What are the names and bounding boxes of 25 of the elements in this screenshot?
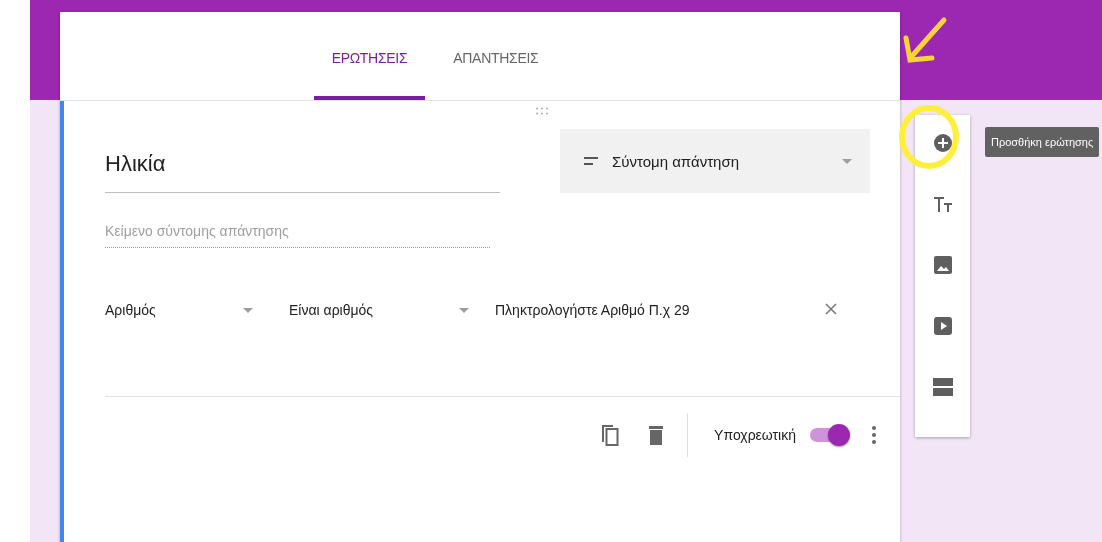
validation-type-dropdown[interactable]: Αριθμός bbox=[105, 302, 253, 318]
validation-text: Πληκτρολογήστε Αριθμό Π.χ 29 bbox=[495, 302, 691, 318]
copy-button[interactable] bbox=[601, 424, 620, 446]
validation-condition-dropdown[interactable]: Είναι αριθμός bbox=[289, 302, 469, 318]
more-options-button[interactable] bbox=[872, 426, 876, 444]
tab[interactable]: ΑΠΑΝΤΗΣΕΙΣ bbox=[435, 12, 557, 100]
image-icon bbox=[933, 256, 952, 274]
tooltip: Προσθήκη ερώτησης bbox=[985, 127, 1100, 157]
short-text-icon bbox=[584, 157, 598, 165]
required-toggle[interactable] bbox=[808, 422, 852, 448]
caret-icon bbox=[842, 158, 852, 164]
add-icon bbox=[932, 133, 953, 153]
video-icon bbox=[933, 317, 952, 335]
question-title-field[interactable]: Ηλικία bbox=[105, 129, 500, 193]
question-type-dropdown[interactable]: Σύντομη απάντηση bbox=[560, 129, 870, 193]
tab[interactable]: ΕΡΩΤΗΣΕΙΣ bbox=[313, 12, 426, 100]
caret-icon bbox=[243, 307, 253, 313]
section-icon bbox=[932, 377, 953, 397]
drag-handle-icon[interactable] bbox=[536, 107, 548, 115]
toolbar-button[interactable] bbox=[930, 375, 955, 399]
title-text-icon bbox=[932, 195, 953, 213]
required-label: Υποχρεωτική bbox=[714, 427, 796, 443]
caret-icon bbox=[459, 307, 469, 313]
delete-button[interactable] bbox=[649, 425, 664, 445]
highlight-circle bbox=[898, 104, 960, 170]
